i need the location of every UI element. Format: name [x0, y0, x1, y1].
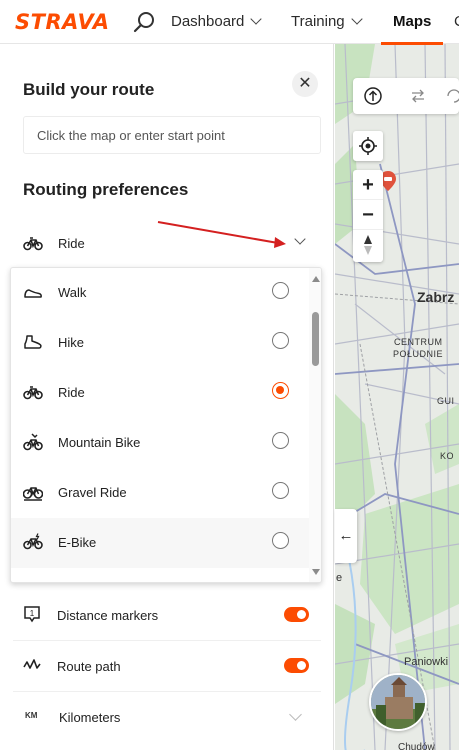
chevron-down-icon	[250, 13, 263, 25]
locate-me-button[interactable]	[353, 131, 383, 161]
map-label-district: CENTRUM	[394, 337, 443, 347]
distance-markers-toggle[interactable]	[284, 607, 309, 622]
distance-marker-icon: 1	[24, 606, 40, 623]
shoe-icon	[24, 289, 42, 298]
close-icon: ✕	[298, 75, 312, 92]
radio-button[interactable]	[272, 432, 289, 449]
radio-button-selected[interactable]	[272, 382, 289, 399]
panel-title: Build your route	[23, 80, 155, 99]
selected-sport-label: Ride	[58, 236, 85, 251]
mountain-bike-icon	[23, 433, 43, 451]
hiking-boot-icon	[24, 335, 42, 349]
arrow-up-circle-icon[interactable]	[363, 86, 383, 106]
setting-route-path: Route path	[23, 655, 311, 679]
map-label-village: Paniowki	[404, 656, 449, 668]
nav-training[interactable]: Training	[291, 13, 363, 30]
option-label: Walk	[58, 285, 87, 300]
map-label-area: KO	[440, 451, 455, 461]
units-label: Kilometers	[59, 710, 121, 725]
chevron-down-icon	[289, 708, 302, 721]
start-point-input[interactable]	[23, 116, 321, 154]
divider	[13, 640, 321, 641]
divider	[13, 691, 321, 692]
compass-button[interactable]	[353, 230, 383, 260]
search-icon[interactable]	[133, 10, 157, 34]
radio-button[interactable]	[272, 282, 289, 299]
e-bike-icon	[23, 533, 43, 550]
svg-text:1: 1	[30, 609, 35, 618]
option-label: E-Bike	[58, 535, 97, 550]
dropdown-scrollbar[interactable]	[309, 268, 321, 582]
sport-dropdown-list[interactable]: Walk Hike Ride Mountain Bike Gravel Ride…	[10, 267, 322, 583]
scroll-down-arrow-icon[interactable]	[312, 569, 320, 575]
gravel-bike-icon	[23, 487, 43, 501]
option-label: Ride	[58, 385, 85, 400]
sport-option-mountain-bike[interactable]: Mountain Bike	[11, 418, 309, 468]
close-button[interactable]: ✕	[292, 71, 318, 97]
map-label-city: Zabrz	[417, 289, 455, 305]
nav-dashboard[interactable]: Dashboard	[171, 13, 263, 30]
option-label: Gravel Ride	[58, 485, 127, 500]
radio-button[interactable]	[272, 332, 289, 349]
crosshair-icon	[359, 137, 377, 155]
sport-option-walk[interactable]: Walk	[11, 268, 309, 318]
scroll-up-arrow-icon[interactable]	[312, 276, 320, 282]
setting-distance-markers: 1 Distance markers	[23, 604, 311, 628]
active-tab-indicator	[381, 42, 443, 45]
option-label: Mountain Bike	[58, 435, 141, 450]
map-label-area: GUI	[437, 396, 455, 406]
zoom-out-button[interactable]: −	[353, 200, 383, 230]
strava-logo[interactable]: STRAVA	[15, 10, 110, 34]
scrollbar-thumb[interactable]	[312, 312, 319, 366]
zoom-in-button[interactable]: +	[353, 170, 383, 200]
history-icon[interactable]	[445, 87, 459, 105]
bike-icon	[23, 386, 43, 400]
route-path-toggle[interactable]	[284, 658, 309, 673]
zoom-controls: + −	[353, 170, 383, 262]
arrow-left-icon: ←	[338, 527, 354, 544]
route-path-icon	[23, 659, 41, 669]
radio-button[interactable]	[272, 532, 289, 549]
sport-type-select[interactable]: Ride	[23, 232, 308, 256]
sport-option-e-bike[interactable]: E-Bike	[11, 518, 309, 568]
sport-option-hike[interactable]: Hike	[11, 318, 309, 368]
sport-option-ride[interactable]: Ride	[11, 368, 309, 418]
collapse-panel-button[interactable]: ←	[335, 509, 357, 563]
route-photo-avatar[interactable]	[369, 673, 427, 731]
map-label-village: Chudów	[398, 742, 435, 750]
option-label: Hike	[58, 335, 85, 350]
sport-option-gravel-ride[interactable]: Gravel Ride	[11, 468, 309, 518]
radio-button[interactable]	[272, 482, 289, 499]
bike-icon	[23, 237, 43, 251]
km-icon: KM	[25, 711, 38, 720]
top-navigation: STRAVA Dashboard Training Maps C	[0, 0, 459, 45]
swap-arrows-icon[interactable]	[409, 87, 427, 105]
setting-label: Route path	[57, 659, 121, 674]
setting-label: Distance markers	[57, 608, 159, 623]
map-label-area: e	[336, 572, 343, 584]
chevron-down-icon	[294, 233, 306, 245]
nav-maps[interactable]: Maps	[393, 13, 431, 30]
setting-units[interactable]: KM Kilometers	[23, 706, 311, 730]
routing-preferences-title: Routing preferences	[23, 180, 189, 199]
nav-item-cut-off[interactable]: C	[454, 13, 459, 30]
chevron-down-icon	[350, 13, 363, 25]
compass-icon	[364, 235, 372, 255]
map-toolbar	[353, 78, 459, 114]
map-label-district: POŁUDNIE	[393, 349, 444, 359]
